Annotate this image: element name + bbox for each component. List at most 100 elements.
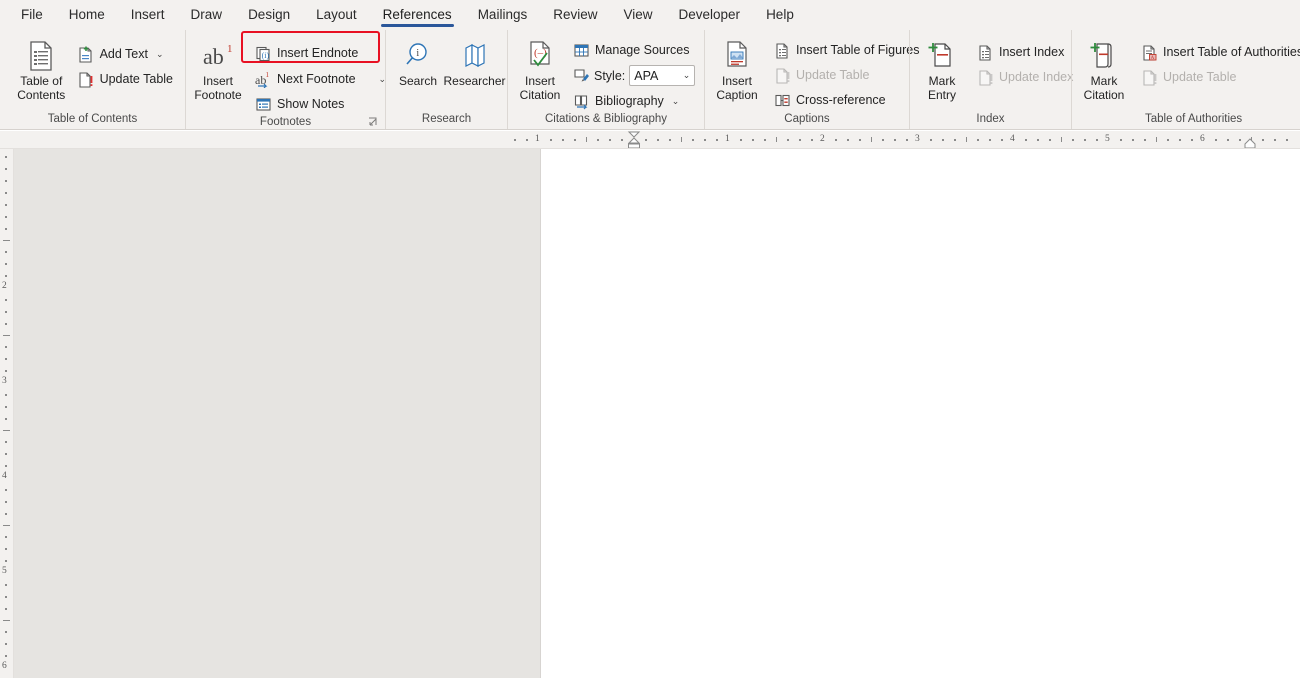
table-of-contents-icon xyxy=(26,39,56,73)
insert-citation-button[interactable]: (–) Insert Citation xyxy=(514,36,566,105)
manage-sources-label: Manage Sources xyxy=(595,43,690,57)
insert-footnote-button[interactable]: ab 1 Insert Footnote xyxy=(192,36,244,105)
ruler-tick xyxy=(621,139,624,141)
tab-home[interactable]: Home xyxy=(56,3,118,28)
update-table-captions-label: Update Table xyxy=(796,68,870,82)
insert-table-of-figures-icon xyxy=(773,41,791,59)
ruler-tick xyxy=(1179,139,1182,141)
ruler-tick xyxy=(1048,139,1051,141)
tab-layout[interactable]: Layout xyxy=(303,3,370,28)
tab-references[interactable]: References xyxy=(370,3,465,28)
horizontal-ruler[interactable]: 1 1 2 3 4 5 6 xyxy=(0,131,1300,149)
update-table-captions-button[interactable]: Update Table xyxy=(769,63,925,87)
insert-caption-icon xyxy=(722,39,752,73)
researcher-button[interactable]: Researcher xyxy=(443,36,506,91)
group-label-index: Index xyxy=(976,113,1005,125)
tab-help[interactable]: Help xyxy=(753,3,807,28)
ruler-number: 5 xyxy=(2,566,7,576)
add-text-button[interactable]: Add Text ⌄ xyxy=(73,42,179,66)
ruler-tick xyxy=(573,139,576,141)
tab-view[interactable]: View xyxy=(610,3,665,28)
ruler-tick xyxy=(751,139,754,141)
citation-style-value: APA xyxy=(634,68,659,83)
group-table-of-contents: Table of Contents Add Text ⌄ Update Tabl… xyxy=(0,30,185,129)
group-label-text: Footnotes xyxy=(259,116,312,128)
references-ribbon: Table of Contents Add Text ⌄ Update Tabl… xyxy=(0,30,1300,130)
insert-footnote-label: Insert Footnote xyxy=(194,74,242,102)
ruler-tick xyxy=(1191,139,1194,141)
citation-style-dropdown[interactable]: APA ⌄ xyxy=(629,65,696,86)
researcher-label: Researcher xyxy=(443,74,506,88)
tab-draw[interactable]: Draw xyxy=(178,3,236,28)
left-indent-marker[interactable] xyxy=(625,131,643,149)
ruler-tick xyxy=(1238,139,1241,141)
ruler-tick xyxy=(5,263,7,266)
manage-sources-button[interactable]: Manage Sources xyxy=(568,38,701,62)
right-indent-marker[interactable] xyxy=(1242,137,1258,149)
ruler-number: 2 xyxy=(2,281,7,291)
vertical-ruler[interactable]: 2 3 4 5 6 xyxy=(0,149,14,678)
tab-file[interactable]: File xyxy=(8,3,56,28)
ruler-tick xyxy=(1286,139,1289,141)
ruler-tick xyxy=(5,548,7,551)
ruler-tick xyxy=(644,139,647,141)
update-table-icon xyxy=(77,70,95,88)
update-index-button[interactable]: Update Index xyxy=(972,65,1079,89)
tab-developer[interactable]: Developer xyxy=(666,3,754,28)
ruler-tick xyxy=(882,139,885,141)
document-canvas xyxy=(14,149,1300,678)
ruler-tick xyxy=(5,322,7,325)
mark-citation-button[interactable]: Mark Citation xyxy=(1078,36,1130,105)
insert-endnote-button[interactable]: (i) Insert Endnote xyxy=(250,40,392,66)
ruler-tick xyxy=(1155,137,1157,142)
group-label-table-of-authorities: Table of Authorities xyxy=(1144,113,1243,125)
ruler-tick xyxy=(5,251,7,254)
canvas-grey-area xyxy=(14,149,540,678)
insert-table-of-authorities-button[interactable]: A Insert Table of Authorities xyxy=(1136,40,1300,64)
search-button[interactable]: i Search xyxy=(392,36,444,91)
ruler-tick xyxy=(597,139,600,141)
ruler-tick xyxy=(1072,139,1075,141)
tab-review[interactable]: Review xyxy=(540,3,610,28)
table-of-contents-button[interactable]: Table of Contents xyxy=(14,36,69,105)
document-page[interactable] xyxy=(540,149,1300,678)
bibliography-button[interactable]: Bibliography ⌄ xyxy=(568,89,701,113)
insert-endnote-label: Insert Endnote xyxy=(277,46,359,60)
tab-label: Developer xyxy=(678,6,741,22)
ruler-tick xyxy=(692,139,695,141)
insert-caption-button[interactable]: Insert Caption xyxy=(711,36,763,105)
insert-index-button[interactable]: Insert Index xyxy=(972,40,1079,64)
ruler-number: 4 xyxy=(2,471,7,481)
ruler-tick xyxy=(5,643,7,646)
insert-citation-icon: (–) xyxy=(525,39,555,73)
ruler-tick xyxy=(549,139,552,141)
ruler-tick xyxy=(5,607,7,610)
update-table-button[interactable]: Update Table xyxy=(73,67,179,91)
update-table-icon xyxy=(773,66,791,84)
ruler-number: 1 xyxy=(535,134,540,144)
ruler-tick xyxy=(5,393,7,396)
cross-reference-button[interactable]: Cross-reference xyxy=(769,88,925,112)
tab-design[interactable]: Design xyxy=(235,3,303,28)
ruler-tick xyxy=(858,139,861,141)
ruler-tick xyxy=(1119,139,1122,141)
footnotes-dialog-launcher[interactable] xyxy=(367,116,379,128)
update-table-authorities-button[interactable]: Update Table xyxy=(1136,65,1300,89)
ruler-tick xyxy=(668,139,671,141)
ruler-tick xyxy=(656,139,659,141)
chevron-down-icon: ⌄ xyxy=(671,95,680,106)
search-label: Search xyxy=(398,74,438,88)
ruler-number: 6 xyxy=(1200,134,1205,144)
ruler-tick xyxy=(5,655,7,658)
insert-table-of-figures-button[interactable]: Insert Table of Figures xyxy=(769,38,925,62)
ruler-tick xyxy=(716,139,719,141)
ruler-tick xyxy=(799,139,802,141)
tab-mailings[interactable]: Mailings xyxy=(465,3,541,28)
next-footnote-button[interactable]: ab 1 Next Footnote ⌄ xyxy=(250,67,392,91)
insert-caption-label: Insert Caption xyxy=(716,74,758,102)
ruler-tick xyxy=(941,139,944,141)
show-notes-button[interactable]: Show Notes xyxy=(250,92,392,116)
tab-insert[interactable]: Insert xyxy=(118,3,178,28)
mark-entry-button[interactable]: Mark Entry xyxy=(916,36,968,105)
ruler-number: 4 xyxy=(1010,134,1015,144)
